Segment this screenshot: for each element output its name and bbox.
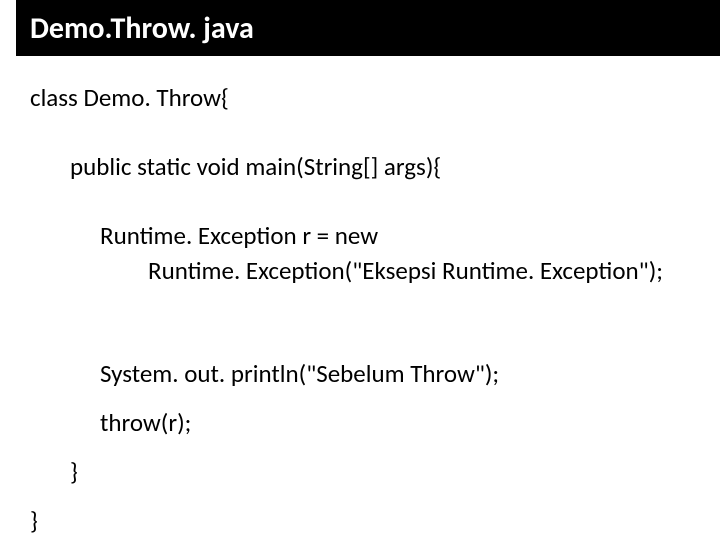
- code-line: Runtime. Exception r = new: [100, 218, 700, 253]
- code-line: System. out. println("Sebelum Throw");: [100, 356, 700, 391]
- code-line: public static void main(String[] args){: [70, 149, 700, 184]
- slide-title: Demo.Throw. java: [30, 10, 254, 47]
- code-body: class Demo. Throw{ public static void ma…: [30, 80, 700, 538]
- code-line: throw(r);: [100, 405, 700, 440]
- title-bar: Demo.Throw. java: [16, 0, 720, 56]
- code-line: class Demo. Throw{: [30, 80, 700, 115]
- code-line: }: [70, 454, 700, 489]
- code-line: }: [30, 503, 700, 538]
- slide: Demo.Throw. java class Demo. Throw{ publ…: [0, 0, 720, 540]
- code-line: Runtime. Exception("Eksepsi Runtime. Exc…: [148, 253, 700, 288]
